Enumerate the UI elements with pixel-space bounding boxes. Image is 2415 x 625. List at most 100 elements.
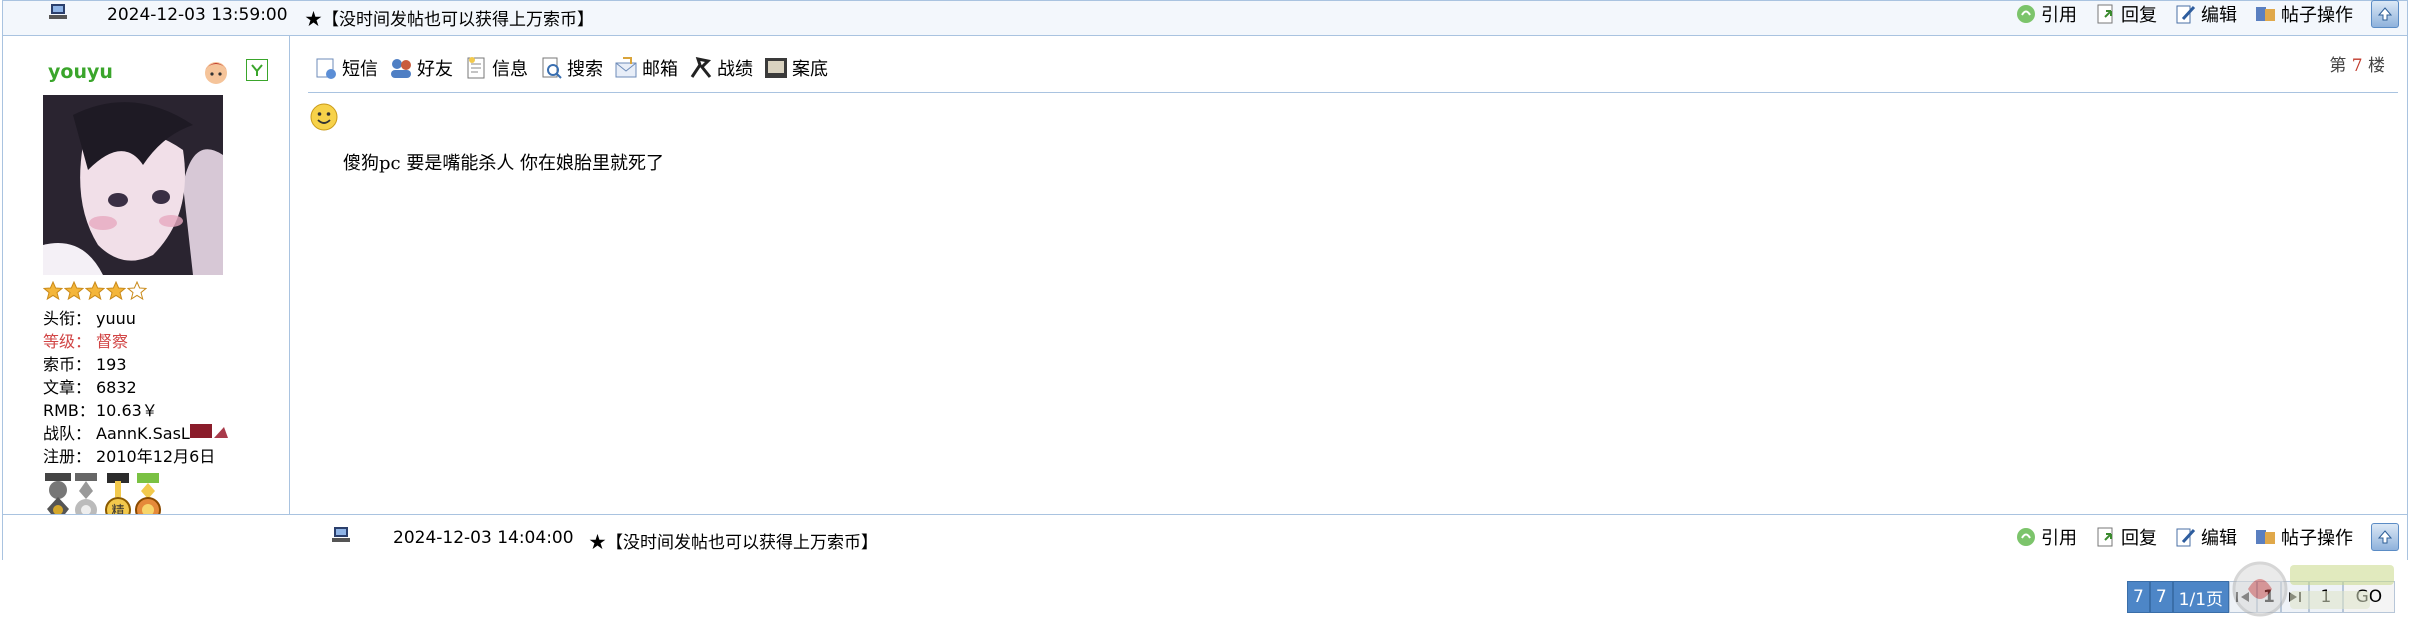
field-value: 10.63￥ — [96, 401, 158, 420]
edit-icon — [2176, 5, 2196, 24]
floor-prefix: 第 — [2329, 56, 2347, 76]
team-row: 战队： AannK.SasL — [43, 422, 230, 445]
quote-button[interactable]: 引用 — [2015, 1, 2077, 27]
field-value: 2010年12月6日 — [96, 447, 216, 466]
title-row: 头衔： yuuu — [43, 307, 230, 330]
post-actions-label: 帖子操作 — [2281, 5, 2353, 26]
register-row: 注册： 2010年12月6日 — [43, 445, 230, 468]
rmb-row: RMB：10.63￥ — [43, 399, 230, 422]
field-label: 注册： — [43, 447, 92, 466]
footer-signature: ★【没时间发帖也可以获得上万索币】 — [589, 533, 878, 553]
record-label: 战绩 — [717, 59, 753, 80]
search-button[interactable]: 搜索 — [538, 55, 603, 81]
edit-icon — [2176, 528, 2196, 547]
star-filled-icon — [43, 281, 63, 301]
message-button[interactable]: 短信 — [313, 55, 378, 81]
post-table: 2024-12-03 13:59:00 ★【没时间发帖也可以获得上万索币】 引用… — [2, 0, 2408, 561]
mail-label: 邮箱 — [642, 59, 678, 80]
mail-icon — [615, 57, 637, 78]
post-actions-label: 帖子操作 — [2281, 528, 2353, 549]
reply-button[interactable]: 回复 — [2095, 524, 2157, 550]
quote-icon — [2017, 528, 2035, 546]
reply-icon — [2097, 527, 2113, 547]
friends-button[interactable]: 好友 — [388, 55, 453, 81]
quote-button[interactable]: 引用 — [2015, 524, 2077, 550]
post-signature: ★【没时间发帖也可以获得上万索币】 — [305, 10, 594, 30]
arrow-up-icon — [2377, 530, 2393, 544]
page-info: 1/1页 — [2172, 581, 2230, 613]
smiley-icon — [310, 103, 338, 131]
footer-timestamp: 2024-12-03 14:04:00 — [393, 528, 574, 548]
post-header-bar: 2024-12-03 13:59:00 ★【没时间发帖也可以获得上万索币】 引用… — [3, 0, 2407, 36]
field-value: 督察 — [96, 332, 129, 351]
back-to-top-button[interactable] — [2371, 0, 2399, 28]
field-label: 等级： — [43, 332, 92, 351]
computer-icon — [49, 4, 67, 19]
field-label: 索币： — [43, 355, 92, 374]
case-file-label: 案底 — [792, 59, 828, 80]
field-label: 文章： — [43, 378, 92, 397]
post-actions-icon — [2256, 530, 2275, 544]
posts-per-page: 7 — [2149, 581, 2173, 613]
computer-icon — [332, 527, 350, 542]
reply-label: 回复 — [2121, 5, 2157, 26]
field-value: yuuu — [96, 309, 136, 328]
rank-stars — [43, 281, 147, 301]
post-timestamp: 2024-12-03 13:59:00 — [107, 5, 288, 25]
message-label: 短信 — [342, 59, 378, 80]
back-to-top-button[interactable] — [2371, 523, 2399, 551]
info-button[interactable]: 信息 — [463, 55, 528, 81]
total-posts: 7 — [2127, 581, 2150, 613]
record-button[interactable]: 战绩 — [688, 55, 753, 81]
user-toolbar: 短信 好友 信息 搜索 邮箱 战绩 案底 — [313, 55, 828, 81]
edit-button[interactable]: 编辑 — [2175, 524, 2237, 550]
info-icon — [467, 57, 485, 79]
user-info: 头衔： yuuu 等级： 督察 索币： 193 文章： 6832 RMB：10.63￥ … — [43, 307, 230, 468]
field-label: 头衔： — [43, 309, 92, 328]
info-label: 信息 — [492, 59, 528, 80]
star-filled-icon — [85, 281, 105, 301]
column-divider — [289, 35, 290, 514]
status-icon — [246, 59, 268, 81]
content-divider — [308, 92, 2398, 93]
field-label: 战队： — [43, 424, 92, 443]
friends-label: 好友 — [417, 59, 453, 80]
star-empty-icon — [127, 281, 147, 301]
search-label: 搜索 — [567, 59, 603, 80]
case-file-icon — [765, 58, 787, 78]
footer-actions: 引用 回复 编辑 帖子操作 — [2015, 523, 2399, 551]
mail-button[interactable]: 邮箱 — [613, 55, 678, 81]
floor-suffix: 楼 — [2368, 56, 2385, 76]
team-link[interactable]: AannK.SasL — [96, 424, 190, 443]
site-watermark-logo — [2232, 561, 2394, 617]
level-row: 等级： 督察 — [43, 330, 230, 353]
edit-label: 编辑 — [2201, 528, 2237, 549]
star-filled-icon — [106, 281, 126, 301]
field-value: 193 — [96, 355, 127, 374]
post-actions: 引用 回复 编辑 帖子操作 — [2015, 0, 2399, 28]
reply-icon — [2097, 4, 2113, 24]
coins-row: 索币： 193 — [43, 353, 230, 376]
quote-label: 引用 — [2041, 5, 2077, 26]
reply-label: 回复 — [2121, 528, 2157, 549]
case-file-button[interactable]: 案底 — [763, 55, 828, 81]
edit-label: 编辑 — [2201, 5, 2237, 26]
field-label: RMB： — [43, 401, 95, 420]
username[interactable]: youyu — [48, 61, 113, 83]
field-value: 6832 — [96, 378, 137, 397]
search-icon — [542, 57, 562, 79]
floor-number: 第 7 楼 — [2329, 51, 2385, 76]
avatar[interactable] — [43, 95, 223, 275]
post-actions-button[interactable]: 帖子操作 — [2255, 1, 2353, 27]
floor-value: 7 — [2351, 56, 2363, 76]
post-actions-icon — [2256, 7, 2275, 21]
team-badge-icon — [189, 424, 228, 438]
post-actions-button[interactable]: 帖子操作 — [2255, 524, 2353, 550]
posts-row: 文章： 6832 — [43, 376, 230, 399]
star-filled-icon — [64, 281, 84, 301]
edit-button[interactable]: 编辑 — [2175, 1, 2237, 27]
message-icon — [316, 58, 336, 79]
post-content: 傻狗pc 要是嘴能杀人 你在娘胎里就死了 — [343, 153, 665, 174]
friends-icon — [391, 59, 411, 78]
reply-button[interactable]: 回复 — [2095, 1, 2157, 27]
